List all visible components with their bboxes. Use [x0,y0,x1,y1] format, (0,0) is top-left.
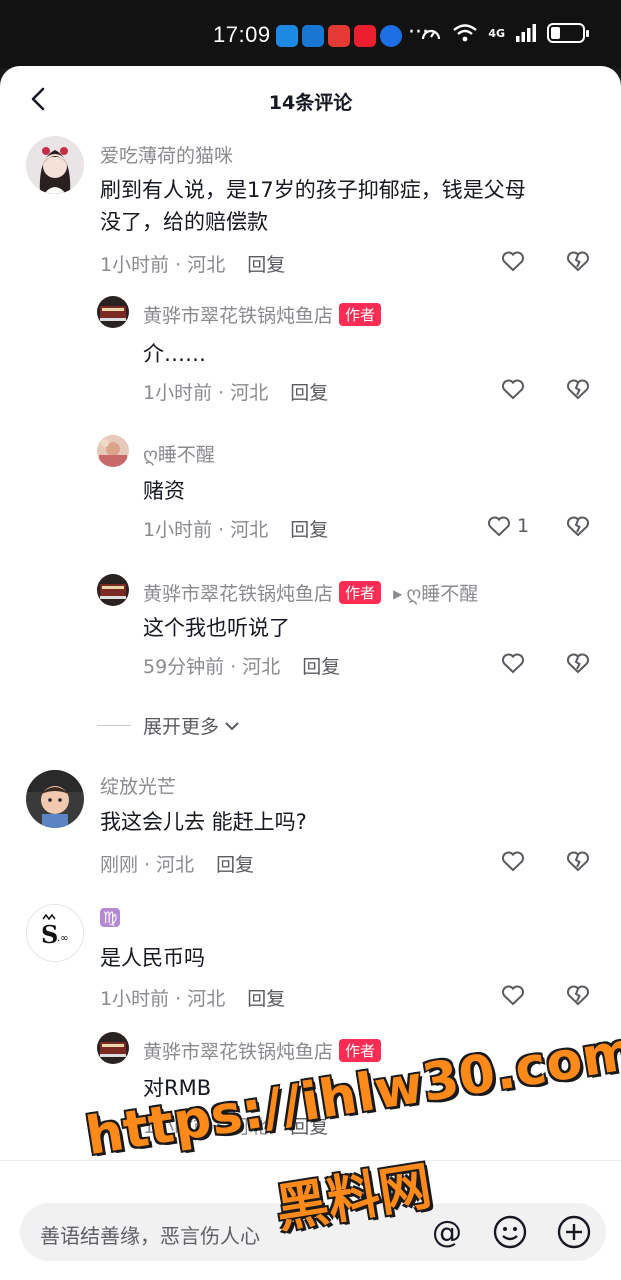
huawei-app-icon [328,25,350,47]
svg-text:S: S [41,920,58,949]
shield-app-icon [302,25,324,47]
comment-time-location: 1小时前 · 河北 [100,988,226,1010]
browser-app-icon [380,25,402,47]
comment-meta: 1小时前 · 河北 回复 [143,515,328,542]
expand-divider [97,725,131,726]
comment-text-line: 刷到有人说，是17岁的孩子抑郁症，钱是父母 [100,178,526,202]
heart-icon [501,985,525,1006]
reply-target-username[interactable]: ღ睡不醒 [406,583,478,605]
comment-text: 赌资 [143,479,185,503]
comment-meta: 1小时前 · 河北 回复 [100,984,285,1011]
like-button[interactable] [501,984,531,1006]
like-button[interactable] [501,250,531,272]
status-time: 17:09 [213,22,271,47]
username-text: 黄骅市翠花铁锅炖鱼店 [143,305,334,327]
emoji-icon[interactable] [489,1211,531,1253]
pinduoduo-app-icon [354,25,376,47]
network-type: 4G [488,26,505,40]
comment-text: 是人民币吗 [100,946,205,970]
avatar[interactable] [97,435,129,467]
like-button[interactable]: 1 [487,515,529,537]
status-bar: 17:09 ··· 4G [0,0,621,68]
author-badge: 作者 [339,581,382,604]
comment-text-line: 没了，给的赔偿款 [100,210,268,234]
comment-text: 我这会儿去 能赶上吗? [100,810,307,834]
svg-text:@: @ [432,1215,462,1250]
heart-icon [501,379,525,400]
comment-meta: 1小时前 · 河北 回复 [100,250,285,277]
username-text: 黄骅市翠花铁锅炖鱼店 [143,1041,334,1063]
comment-username[interactable]: ღ睡不醒 [143,440,215,467]
author-badge: 作者 [339,303,382,326]
reply-button[interactable]: 回复 [290,382,328,404]
avatar[interactable] [97,296,129,328]
broken-heart-icon[interactable] [566,652,590,674]
comment-text: 刷到有人说，是17岁的孩子抑郁症，钱是父母 没了，给的赔偿款 [100,174,526,238]
page-title: 14条评论 [268,92,353,114]
comment-username[interactable]: 黄骅市翠花铁锅炖鱼店 作者 [143,1037,382,1064]
broken-heart-icon[interactable] [566,515,590,537]
speed-gauge-icon [422,29,441,40]
input-placeholder: 善语结善缘，恶言伤人心 [40,1224,260,1248]
reply-button[interactable]: 回复 [216,854,254,876]
like-button[interactable] [501,652,531,674]
avatar[interactable] [26,136,84,194]
expand-more-button[interactable]: 展开更多 [97,712,241,739]
heart-icon [487,516,511,537]
heart-icon [501,851,525,872]
signal-icon [516,24,536,42]
add-icon[interactable] [553,1211,595,1253]
heart-icon [501,653,525,674]
reply-button[interactable]: 回复 [247,988,285,1010]
like-button[interactable] [501,378,531,400]
battery-icon [547,23,589,43]
username-text: 黄骅市翠花铁锅炖鱼店 [143,583,334,605]
avatar[interactable]: S .∞ [26,904,84,962]
comment-meta: 59分钟前 · 河北 回复 [143,652,340,679]
reply-arrow-icon: ▶ [393,587,403,601]
broken-heart-icon[interactable] [566,984,590,1006]
username-text: ♍ [100,908,121,927]
avatar[interactable] [26,770,84,828]
comment-username[interactable]: 黄骅市翠花铁锅炖鱼店 作者 ▶ ღ睡不醒 [143,579,478,606]
avatar[interactable] [97,1032,129,1064]
reply-button[interactable]: 回复 [290,519,328,541]
message-app-icon [276,25,298,47]
comment-username[interactable]: 绽放光芒 [100,772,176,799]
comment-time-location: 59分钟前 · 河北 [143,656,281,678]
comment-time-location: 1小时前 · 河北 [143,519,269,541]
comment-meta: 刚刚 · 河北 回复 [100,850,254,877]
avatar[interactable] [97,574,129,606]
reply-button[interactable]: 回复 [247,254,285,276]
header: 14条评论 [0,66,621,136]
comment-time-location: 1小时前 · 河北 [143,382,269,404]
comment-time-location: 刚刚 · 河北 [100,854,195,876]
comment-username[interactable]: 黄骅市翠花铁锅炖鱼店 作者 [143,301,382,328]
svg-text:.∞: .∞ [57,933,69,944]
comment-username[interactable]: ♍ [100,906,121,928]
heart-icon [501,251,525,272]
like-count: 1 [517,515,530,537]
comment-username[interactable]: 爱吃薄荷的猫咪 [100,141,233,168]
chevron-down-icon [225,721,239,730]
broken-heart-icon[interactable] [566,850,590,872]
author-badge: 作者 [339,1039,382,1062]
comment-text: 这个我也听说了 [143,616,290,640]
expand-label: 展开更多 [143,716,220,738]
broken-heart-icon[interactable] [566,250,590,272]
comment-time-location: 1小时前 · 河北 [100,254,226,276]
wifi-icon [453,24,478,42]
broken-heart-icon[interactable] [566,378,590,400]
reply-button[interactable]: 回复 [302,656,340,678]
like-button[interactable] [501,850,531,872]
comment-text: 介…… [143,342,206,366]
comment-meta: 1小时前 · 河北 回复 [143,378,328,405]
